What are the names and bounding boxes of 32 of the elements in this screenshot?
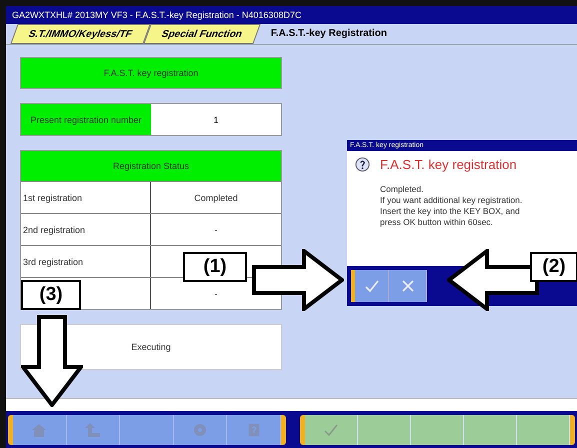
table-cell-text: - [214, 288, 218, 300]
dialog-message: Completed. [380, 184, 424, 195]
table-cell-text: - [214, 224, 218, 236]
callout-label: (1) [183, 252, 247, 282]
dialog-heading: F.A.S.T. key registration [380, 157, 517, 172]
home-button[interactable] [13, 414, 67, 444]
cancel-button[interactable] [389, 270, 427, 302]
window-title: GA2WXTXHL# 2013MY VF3 - F.A.S.T.-key Registration - N4016308D7C [6, 6, 577, 24]
tab[interactable]: S.T./IMMO/Keyless/TF [10, 24, 150, 44]
question-icon [355, 157, 370, 172]
house-icon [31, 422, 48, 438]
ok-button[interactable] [351, 270, 389, 302]
dialog-message: If you want additional key registration. [380, 195, 524, 206]
tab[interactable]: Special Function [143, 24, 260, 44]
label-cell: Present registration number [21, 104, 151, 135]
toolbar-button[interactable] [120, 414, 174, 444]
checkmark-icon [323, 422, 339, 438]
settings-button[interactable] [174, 414, 228, 444]
return-arrow-icon [84, 422, 101, 438]
help-button[interactable] [227, 414, 281, 444]
table-header: Registration Status [21, 151, 281, 181]
callout-label: (3) [21, 280, 81, 310]
panel-header: F.A.S.T. key registration [20, 57, 282, 89]
back-button[interactable] [66, 414, 120, 444]
value-cell: 1 [151, 104, 281, 135]
checkmark-icon [364, 278, 380, 294]
help-icon [246, 422, 261, 438]
callout-label: (2) [530, 252, 577, 282]
dialog-message: Insert the key into the KEY BOX, and [380, 206, 521, 217]
close-icon [400, 278, 416, 294]
dialog-message: press OK button within 60sec. [380, 217, 494, 228]
table-cell-text: Completed [193, 192, 239, 205]
